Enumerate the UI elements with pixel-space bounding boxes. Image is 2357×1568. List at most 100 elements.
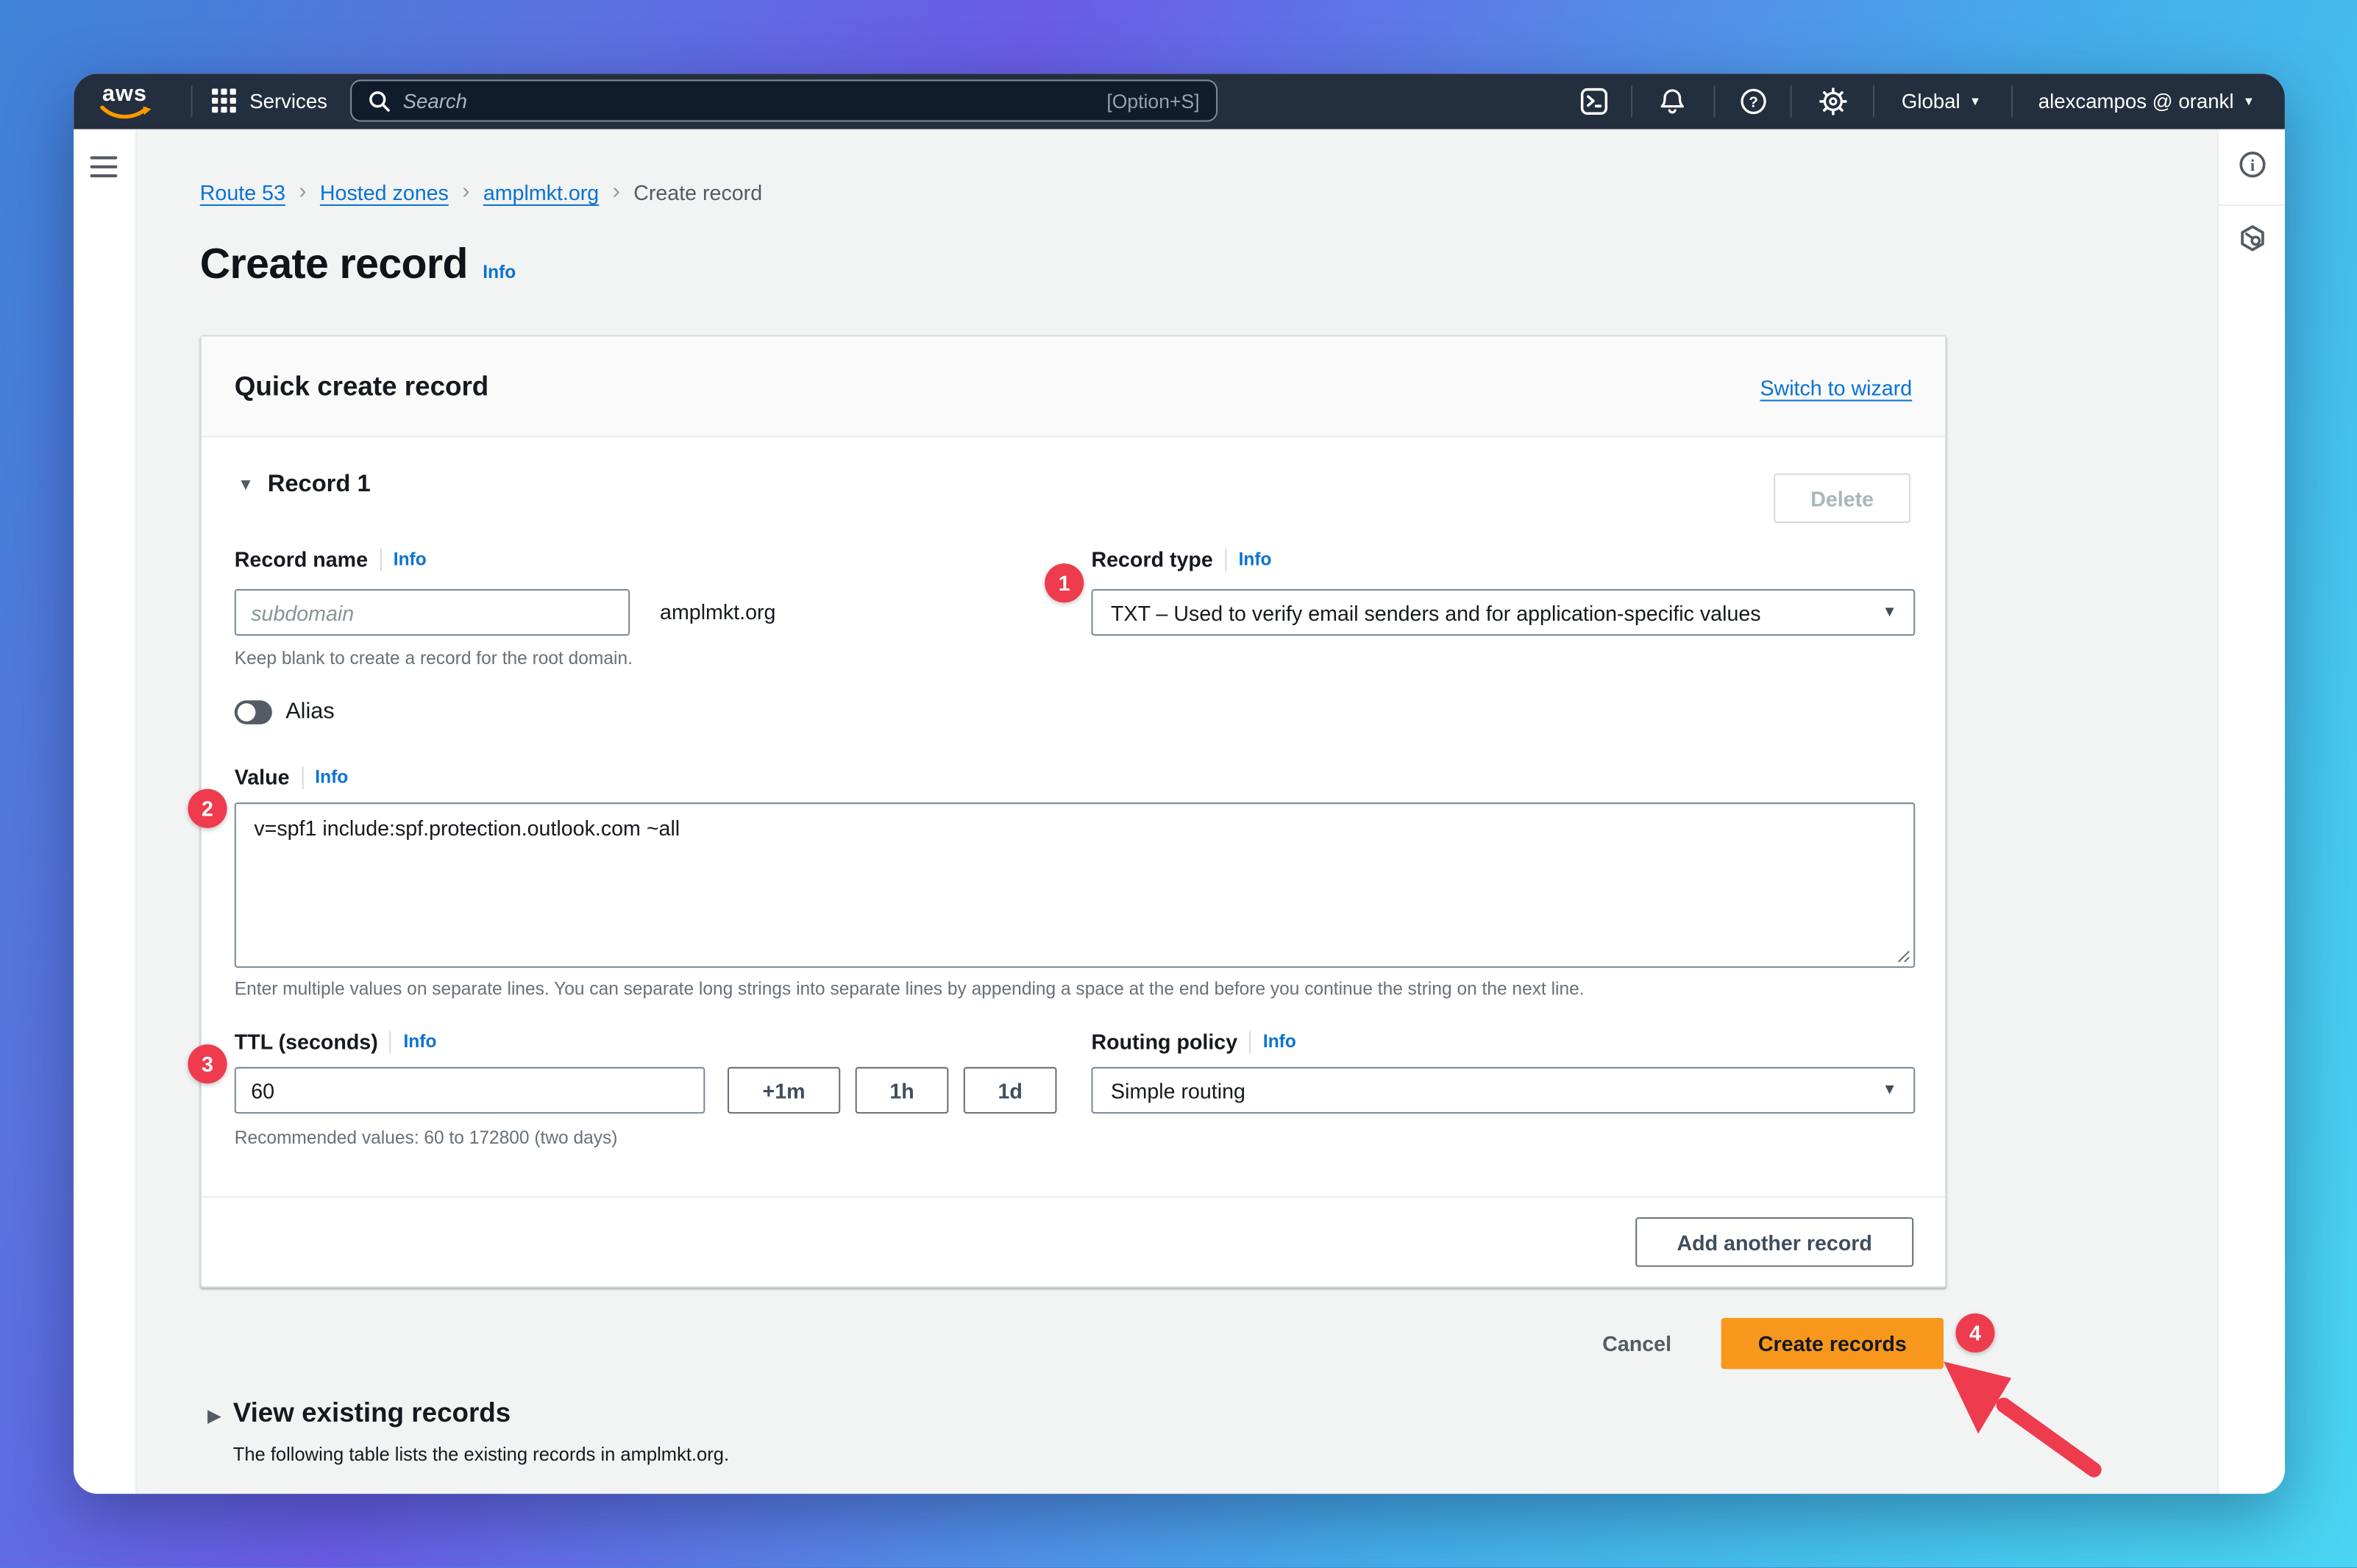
page-title: Create record xyxy=(200,240,468,288)
view-existing-records-description: The following table lists the existing r… xyxy=(233,1444,729,1466)
step-badge-1: 1 xyxy=(1045,563,1084,602)
breadcrumb-zone[interactable]: amplmkt.org xyxy=(483,179,599,204)
ttl-1h-button[interactable]: 1h xyxy=(856,1067,949,1113)
page-title-row: Create record Info xyxy=(200,240,516,288)
services-grid-icon[interactable] xyxy=(212,89,238,115)
quick-create-record-card: Quick create record Switch to wizard ▼ R… xyxy=(200,335,1947,1288)
svg-text:i: i xyxy=(2250,156,2255,174)
hamburger-menu-icon[interactable] xyxy=(90,157,118,184)
routing-policy-label-row: Routing policy Info xyxy=(1091,1030,1295,1054)
record-type-label-row: Record type Info xyxy=(1091,547,1271,571)
record-name-label: Record name xyxy=(235,547,368,571)
routing-policy-info-link[interactable]: Info xyxy=(1263,1031,1296,1052)
browser-window: aws Services [Option+S] xyxy=(74,74,2285,1494)
search-icon xyxy=(369,90,391,113)
hexagon-resources-icon[interactable] xyxy=(2239,224,2267,252)
resize-handle-icon[interactable] xyxy=(1897,949,1910,963)
caret-down-icon: ▼ xyxy=(1882,1082,1896,1098)
routing-policy-select[interactable]: Simple routing ▼ xyxy=(1091,1067,1915,1113)
routing-policy-value: Simple routing xyxy=(1111,1078,1245,1102)
global-search[interactable]: [Option+S] xyxy=(350,79,1217,121)
nav-divider xyxy=(2011,85,2013,117)
record-type-label: Record type xyxy=(1091,547,1212,571)
aws-logo[interactable]: aws xyxy=(98,81,155,121)
aws-console-navbar: aws Services [Option+S] xyxy=(74,74,2285,129)
label-divider xyxy=(390,1030,391,1053)
triangle-right-icon[interactable]: ▶ xyxy=(207,1405,221,1427)
notifications-bell-icon[interactable] xyxy=(1658,88,1687,116)
label-divider xyxy=(302,766,303,788)
svg-text:?: ? xyxy=(1749,94,1757,110)
cancel-button[interactable]: Cancel xyxy=(1602,1331,1671,1355)
card-header: Quick create record Switch to wizard xyxy=(202,337,1945,438)
step-badge-4: 4 xyxy=(1955,1314,1994,1353)
ttl-plus-1m-button[interactable]: +1m xyxy=(728,1067,840,1113)
record-name-helper: Keep blank to create a record for the ro… xyxy=(235,648,633,669)
caret-down-icon: ▼ xyxy=(1882,604,1896,620)
record-name-info-link[interactable]: Info xyxy=(394,549,427,570)
view-existing-records-title[interactable]: View existing records xyxy=(233,1397,511,1429)
account-menu[interactable]: alexcampos @ orankl ▼ xyxy=(2038,90,2255,113)
help-icon[interactable]: ? xyxy=(1739,88,1768,116)
card-footer-divider xyxy=(202,1197,1945,1198)
caret-down-icon: ▼ xyxy=(1969,96,1981,107)
record-name-label-row: Record name Info xyxy=(235,547,427,571)
ttl-input[interactable] xyxy=(235,1067,705,1113)
page-info-link[interactable]: Info xyxy=(483,262,516,283)
add-another-record-button[interactable]: Add another record xyxy=(1635,1217,1913,1266)
nav-divider xyxy=(191,85,193,117)
delete-record-button[interactable]: Delete xyxy=(1774,474,1910,523)
create-records-button[interactable]: Create records xyxy=(1721,1318,1944,1369)
breadcrumb: Route 53 › Hosted zones › amplmkt.org › … xyxy=(200,179,762,204)
alias-label: Alias xyxy=(285,699,334,724)
left-sidebar-rail xyxy=(74,129,137,1494)
nav-divider xyxy=(1791,85,1792,117)
rail-divider xyxy=(2219,204,2285,206)
step-badge-3: 3 xyxy=(188,1044,227,1083)
region-selector[interactable]: Global ▼ xyxy=(1902,90,1981,113)
record-name-input[interactable] xyxy=(235,589,630,635)
info-panel-icon[interactable]: i xyxy=(2239,150,2267,179)
breadcrumb-hosted-zones[interactable]: Hosted zones xyxy=(320,179,449,204)
nav-divider xyxy=(1873,85,1874,117)
breadcrumb-separator: › xyxy=(462,179,469,204)
record-type-select[interactable]: TXT – Used to verify email senders and f… xyxy=(1091,589,1915,635)
ttl-label: TTL (seconds) xyxy=(235,1030,378,1054)
record-type-info-link[interactable]: Info xyxy=(1239,549,1272,570)
search-input[interactable] xyxy=(403,90,1107,113)
breadcrumb-current: Create record xyxy=(633,179,762,204)
breadcrumb-route53[interactable]: Route 53 xyxy=(200,179,285,204)
settings-gear-icon[interactable] xyxy=(1819,88,1847,116)
ttl-helper: Recommended values: 60 to 172800 (two da… xyxy=(235,1127,618,1149)
label-divider xyxy=(1249,1030,1251,1053)
ttl-info-link[interactable]: Info xyxy=(403,1031,436,1052)
value-helper: Enter multiple values on separate lines.… xyxy=(235,978,1585,999)
caret-down-icon: ▼ xyxy=(2243,96,2255,107)
triangle-down-icon[interactable]: ▼ xyxy=(238,477,254,495)
main-content: Route 53 › Hosted zones › amplmkt.org › … xyxy=(137,129,2217,1494)
nav-divider xyxy=(1713,85,1715,117)
alias-toggle[interactable] xyxy=(235,700,272,724)
desktop-background: aws Services [Option+S] xyxy=(0,0,2357,1567)
value-label-row: Value Info xyxy=(235,765,348,789)
ttl-1d-button[interactable]: 1d xyxy=(964,1067,1057,1113)
cloudshell-icon[interactable] xyxy=(1580,88,1609,116)
label-divider xyxy=(380,548,381,571)
switch-to-wizard-link[interactable]: Switch to wizard xyxy=(1760,376,1912,400)
services-menu[interactable]: Services xyxy=(249,90,327,113)
routing-policy-label: Routing policy xyxy=(1091,1030,1237,1054)
breadcrumb-separator: › xyxy=(299,179,306,204)
value-textarea-wrap: v=spf1 include:spf.protection.outlook.co… xyxy=(235,802,1915,968)
nav-divider xyxy=(1631,85,1632,117)
aws-logo-text: aws xyxy=(102,81,147,107)
account-label: alexcampos @ orankl xyxy=(2038,90,2234,113)
aws-smile-icon xyxy=(98,105,155,121)
record-name-suffix: amplmkt.org xyxy=(660,599,775,624)
record-section-title: Record 1 xyxy=(268,472,371,499)
label-divider xyxy=(1225,548,1226,571)
value-textarea[interactable]: v=spf1 include:spf.protection.outlook.co… xyxy=(235,802,1915,968)
value-info-link[interactable]: Info xyxy=(315,766,348,788)
red-arrow-annotation-icon xyxy=(1926,1355,2106,1483)
ttl-label-row: TTL (seconds) Info xyxy=(235,1030,437,1054)
value-label: Value xyxy=(235,765,290,789)
